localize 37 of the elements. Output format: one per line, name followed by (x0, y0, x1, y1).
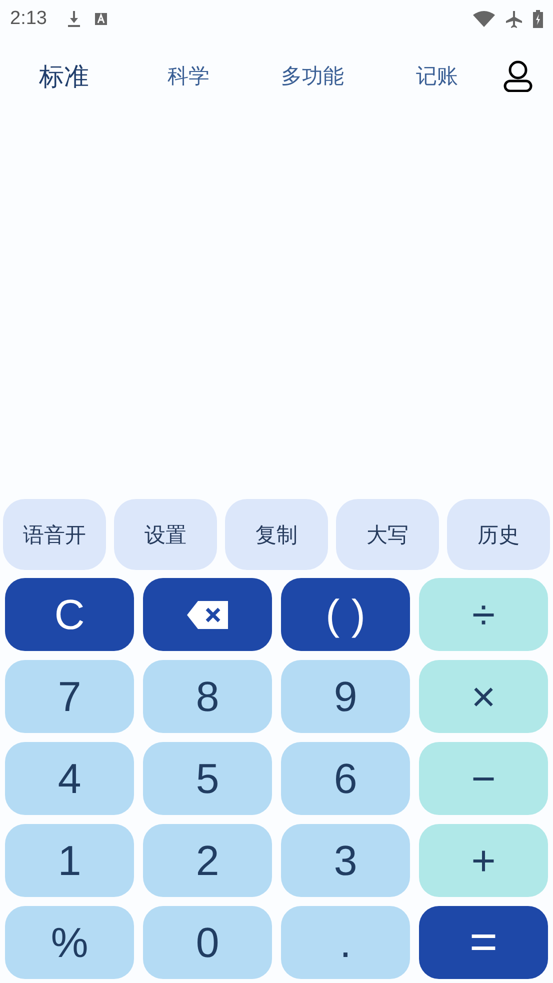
calculator-key[interactable]: 8 (143, 660, 272, 733)
calculator-key[interactable]: − (419, 742, 548, 815)
airplane-icon (505, 10, 523, 28)
tab[interactable]: 科学 (126, 58, 250, 94)
function-button[interactable]: 复制 (225, 499, 328, 570)
calculator-key[interactable]: 0 (143, 906, 272, 979)
calculator-key[interactable]: 1 (5, 824, 134, 897)
backspace-button[interactable] (143, 578, 272, 651)
function-button[interactable]: 历史 (447, 499, 550, 570)
calculator-key[interactable]: 9 (281, 660, 410, 733)
wifi-icon (473, 11, 495, 27)
calculator-key[interactable]: + (419, 824, 548, 897)
tab[interactable]: 记账 (374, 58, 499, 94)
calculator-key[interactable]: 6 (281, 742, 410, 815)
backspace-icon (186, 600, 230, 630)
user-icon[interactable] (503, 60, 533, 92)
calculator-key[interactable]: = (419, 906, 548, 979)
calculator-key[interactable]: 7 (5, 660, 134, 733)
calculator-key[interactable]: × (419, 660, 548, 733)
calculator-key[interactable]: ( ) (281, 578, 410, 651)
function-button[interactable]: 设置 (114, 499, 217, 570)
app-notification-icon (94, 13, 107, 25)
tab[interactable]: 多功能 (250, 58, 375, 94)
calculator-key[interactable]: C (5, 578, 134, 651)
calculator-key[interactable]: 2 (143, 824, 272, 897)
calculator-key[interactable]: % (5, 906, 134, 979)
tab[interactable]: 标准 (2, 56, 126, 96)
battery-icon (533, 10, 543, 28)
function-button[interactable]: 语音开 (3, 499, 106, 570)
calculator-key[interactable]: ÷ (419, 578, 548, 651)
function-button[interactable]: 大写 (336, 499, 439, 570)
calculator-key[interactable]: . (281, 906, 410, 979)
download-icon (66, 11, 81, 27)
status-time: 2:13 (10, 8, 47, 30)
calculator-key[interactable]: 3 (281, 824, 410, 897)
calculator-key[interactable]: 5 (143, 742, 272, 815)
calculator-key[interactable]: 4 (5, 742, 134, 815)
